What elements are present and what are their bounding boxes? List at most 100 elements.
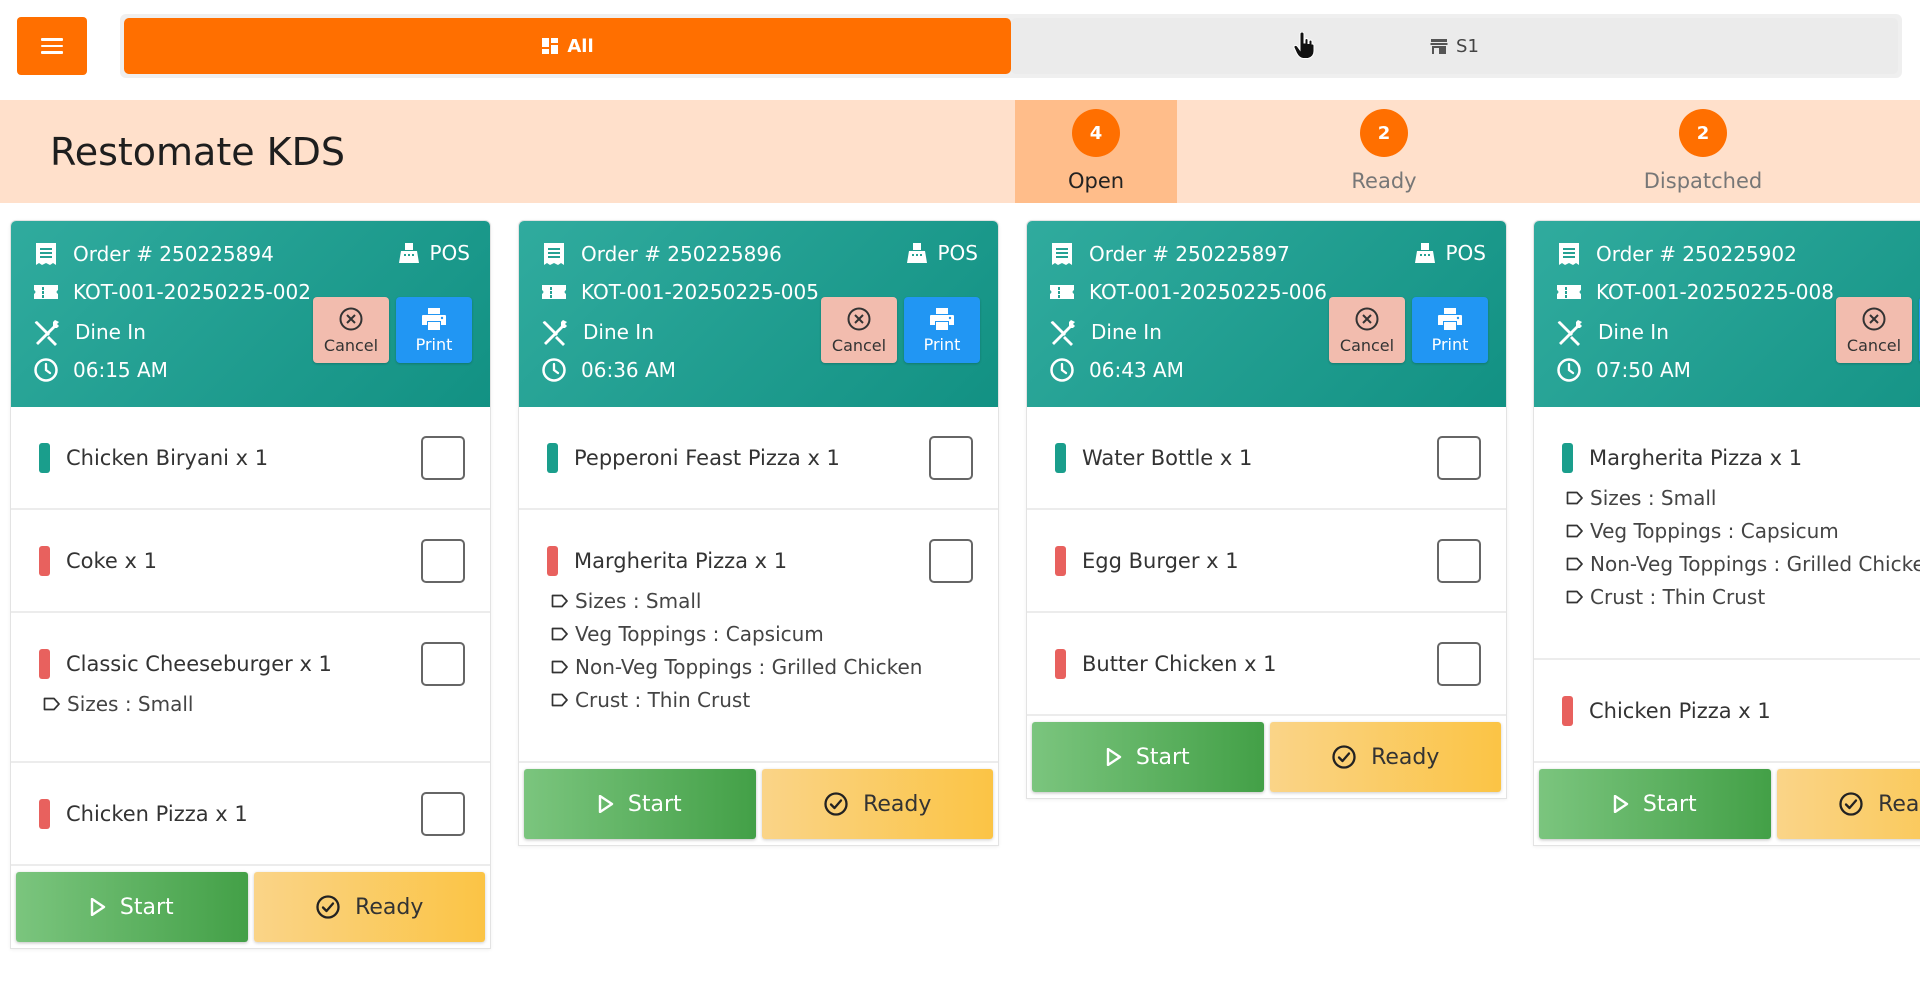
item-checkbox[interactable] [929, 539, 973, 583]
tag-icon [43, 697, 60, 710]
veg-indicator [1055, 443, 1066, 473]
item-modifier: Veg Toppings : Capsicum [551, 617, 998, 650]
cancel-circle-icon [847, 307, 871, 330]
start-button[interactable]: Start [1539, 769, 1771, 839]
ticket-icon [1050, 285, 1074, 299]
start-button[interactable]: Start [16, 872, 248, 942]
order-card-header: Order # 250225897 POS KOT-001-20250225-006… [1027, 221, 1506, 407]
print-button[interactable]: Print [904, 297, 980, 363]
order-item-name: Margherita Pizza x 1 [1589, 446, 1803, 470]
cancel-button[interactable]: Cancel [821, 297, 897, 363]
order-item: Chicken Pizza x 1 [11, 763, 490, 866]
status-label: Dispatched [1643, 169, 1763, 193]
order-item: Classic Cheeseburger x 1 Sizes : Small [11, 613, 490, 763]
ready-button[interactable]: Ready [1776, 769, 1920, 839]
order-source: POS [398, 241, 470, 265]
item-modifier-text: Sizes : Small [575, 588, 702, 613]
order-actions: Start Ready [11, 866, 490, 948]
order-time-row: 06:15 AM [33, 357, 168, 383]
order-type-row: Dine In [33, 318, 146, 346]
non-veg-indicator [547, 546, 558, 576]
play-icon [90, 898, 106, 916]
order-number: Order # 250225902 [1596, 242, 1797, 266]
item-checkbox[interactable] [421, 436, 465, 480]
item-modifiers: Sizes : Small Veg Toppings : Capsicum Non-… [1562, 481, 1920, 613]
pos-icon [398, 243, 419, 263]
order-time: 07:50 AM [1596, 358, 1691, 382]
tag-icon [1566, 590, 1583, 603]
store-tab-all[interactable]: All [124, 18, 1011, 74]
order-actions: Start Ready [519, 763, 998, 845]
cancel-button[interactable]: Cancel [313, 297, 389, 363]
order-card: Order # 250225902POSKOT-001-20250225-008… [1533, 220, 1920, 846]
cancel-button[interactable]: Cancel [1329, 297, 1405, 363]
print-label: Print [1431, 334, 1469, 354]
print-button[interactable]: Print [1412, 297, 1488, 363]
status-count-badge: 2 [1360, 109, 1408, 157]
start-button[interactable]: Start [524, 769, 756, 839]
cancel-circle-icon [1862, 307, 1886, 330]
non-veg-indicator [39, 649, 50, 679]
play-icon [1613, 795, 1629, 813]
item-checkbox[interactable] [1437, 539, 1481, 583]
store-tab-label: All [567, 35, 594, 57]
status-tab-dispatched[interactable]: 2 Dispatched [1622, 100, 1784, 203]
check-circle-icon [316, 895, 340, 919]
print-button[interactable]: Print [396, 297, 472, 363]
play-icon [1106, 748, 1122, 766]
tag-icon [551, 660, 568, 673]
order-type-row: Dine In [1556, 318, 1669, 346]
item-checkbox[interactable] [1437, 642, 1481, 686]
ticket-icon [34, 285, 58, 299]
order-card: Order # 250225897 POS KOT-001-20250225-006… [1026, 220, 1507, 799]
top-bar: All S1 [0, 0, 1920, 96]
order-actions: Start Ready [1027, 716, 1506, 798]
status-count-badge: 4 [1072, 109, 1120, 157]
ticket-icon [542, 285, 566, 299]
item-modifier-text: Non-Veg Toppings : Grilled Chicken [575, 654, 923, 679]
kot-row: KOT-001-20250225-008 [1556, 280, 1834, 304]
order-type: Dine In [1091, 320, 1162, 344]
menu-button[interactable] [17, 17, 87, 75]
cancel-label: Cancel [1339, 335, 1395, 355]
status-header: Restomate KDS 4 Open 2 Ready 2 Dispatche… [0, 100, 1920, 203]
cancel-button[interactable]: Cancel [1836, 297, 1912, 363]
cancel-circle-icon [1355, 307, 1379, 330]
item-checkbox[interactable] [421, 792, 465, 836]
dine-in-icon [1050, 320, 1075, 346]
order-time-row: 07:50 AM [1556, 357, 1691, 383]
ready-button[interactable]: Ready [761, 769, 993, 839]
item-modifier: Sizes : Small [1566, 481, 1920, 514]
order-type: Dine In [1598, 320, 1669, 344]
start-button[interactable]: Start [1032, 722, 1264, 792]
store-tab-s1[interactable]: S1 [1011, 18, 1898, 74]
pos-icon [1414, 243, 1435, 263]
status-tab-open[interactable]: 4 Open [1015, 100, 1177, 203]
item-checkbox[interactable] [421, 539, 465, 583]
receipt-icon [36, 243, 56, 265]
order-card: Order # 250225896 POS KOT-001-20250225-005… [518, 220, 999, 846]
ready-button[interactable]: Ready [1269, 722, 1501, 792]
order-source-label: POS [937, 241, 979, 265]
non-veg-indicator [1055, 546, 1066, 576]
order-item: Coke x 1 [11, 510, 490, 613]
start-label: Start [1135, 744, 1190, 770]
item-checkbox[interactable] [1437, 436, 1481, 480]
check-circle-icon [1332, 745, 1356, 769]
item-checkbox[interactable] [929, 436, 973, 480]
page-title: Restomate KDS [50, 130, 345, 174]
dine-in-icon [34, 320, 59, 346]
tag-icon [1566, 557, 1583, 570]
order-item-name: Margherita Pizza x 1 [574, 549, 788, 573]
item-checkbox[interactable] [421, 642, 465, 686]
store-tab-label: S1 [1456, 35, 1479, 57]
clock-icon [1557, 358, 1581, 382]
status-tab-ready[interactable]: 2 Ready [1303, 100, 1465, 203]
item-modifiers: Sizes : Small Veg Toppings : Capsicum Non-… [547, 584, 998, 716]
start-label: Start [627, 791, 682, 817]
clock-icon [1050, 358, 1074, 382]
ready-button[interactable]: Ready [253, 872, 485, 942]
receipt-icon [1052, 243, 1072, 265]
order-time-row: 06:36 AM [541, 357, 676, 383]
order-item: Butter Chicken x 1 [1027, 613, 1506, 716]
